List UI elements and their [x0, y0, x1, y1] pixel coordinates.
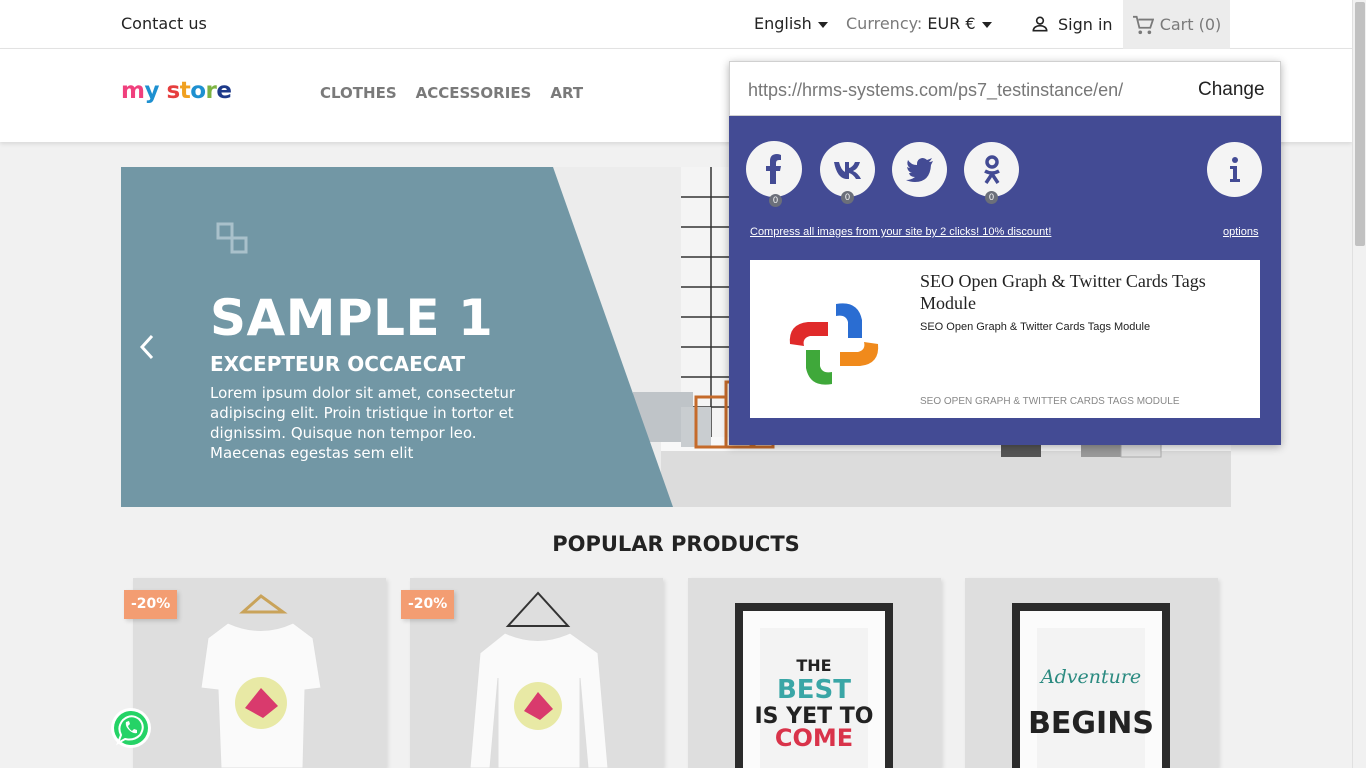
scrollbar-thumb[interactable]	[1355, 2, 1365, 246]
svg-text:Adventure: Adventure	[1039, 666, 1141, 688]
svg-text:COME: COME	[775, 724, 853, 752]
discount-badge: -20%	[401, 590, 455, 619]
top-bar: Contact us English Currency: EUR € Sign …	[0, 0, 1352, 49]
product-card[interactable]: Adventure BEGINS	[965, 578, 1218, 768]
compress-images-link[interactable]: Compress all images from your site by 2 …	[750, 226, 1051, 238]
info-icon	[1229, 156, 1240, 182]
popular-products-heading: POPULAR PRODUCTS	[552, 532, 800, 556]
twitter-share-button[interactable]	[892, 142, 947, 197]
nav-item-clothes[interactable]: CLOTHES	[320, 84, 397, 102]
vk-share-button[interactable]	[820, 142, 875, 197]
url-bar: https://hrms-systems.com/ps7_testinstanc…	[729, 61, 1281, 116]
chevron-left-icon[interactable]	[136, 333, 158, 361]
odnoklassniki-icon	[983, 154, 1000, 184]
currency-selector[interactable]: Currency: EUR €	[846, 14, 992, 33]
store-logo[interactable]: my store	[121, 78, 232, 104]
card-description: SEO Open Graph & Twitter Cards Tags Modu…	[920, 321, 1151, 333]
odnoklassniki-share-button[interactable]	[964, 142, 1019, 197]
cart-icon	[1132, 15, 1154, 34]
currency-value: EUR €	[927, 14, 976, 33]
main-nav: CLOTHES ACCESSORIES ART	[320, 84, 583, 102]
slide-title: SAMPLE 1	[210, 289, 494, 347]
svg-text:BEGINS: BEGINS	[1028, 706, 1154, 741]
page-scrollbar[interactable]	[1352, 0, 1366, 768]
card-site-name: SEO OPEN GRAPH & TWITTER CARDS TAGS MODU…	[920, 396, 1180, 407]
sign-in-label: Sign in	[1058, 14, 1113, 34]
facebook-share-button[interactable]	[746, 141, 802, 197]
contact-us-link[interactable]: Contact us	[121, 14, 207, 33]
facebook-icon	[766, 154, 781, 184]
odnoklassniki-share-count: 0	[985, 191, 998, 204]
chevron-down-icon	[981, 21, 992, 28]
product-image-poster-adventure: Adventure BEGINS	[965, 578, 1218, 768]
svg-text:BEST: BEST	[777, 675, 851, 705]
currency-label: Currency:	[846, 14, 923, 33]
cart-button[interactable]: Cart (0)	[1123, 0, 1230, 49]
preview-card[interactable]: SEO Open Graph & Twitter Cards Tags Modu…	[750, 260, 1260, 418]
slide-subtitle: EXCEPTEUR OCCAECAT	[210, 352, 466, 376]
twitter-icon	[905, 157, 933, 182]
change-url-button[interactable]: Change	[1198, 79, 1265, 101]
vk-share-count: 0	[841, 191, 854, 204]
nav-item-art[interactable]: ART	[550, 84, 583, 102]
svg-text:THE: THE	[796, 656, 831, 675]
user-icon	[1032, 16, 1048, 32]
slide-description: Lorem ipsum dolor sit amet, consectetur …	[210, 384, 516, 462]
options-link[interactable]: options	[1223, 226, 1258, 238]
product-card[interactable]: THE BEST IS YET TO COME	[688, 578, 941, 768]
facebook-share-count: 0	[769, 194, 782, 207]
language-selector[interactable]: English	[754, 14, 828, 33]
whatsapp-icon[interactable]	[110, 707, 152, 749]
sign-in-link[interactable]: Sign in	[1030, 14, 1113, 34]
url-field[interactable]: https://hrms-systems.com/ps7_testinstanc…	[748, 80, 1123, 101]
cart-label: Cart (0)	[1159, 15, 1222, 34]
share-popup: https://hrms-systems.com/ps7_testinstanc…	[729, 61, 1281, 445]
language-label: English	[754, 14, 812, 33]
card-title: SEO Open Graph & Twitter Cards Tags Modu…	[920, 271, 1206, 313]
slide-decoration-icon	[216, 222, 248, 254]
nav-item-accessories[interactable]: ACCESSORIES	[416, 84, 532, 102]
module-logo-icon	[789, 303, 879, 385]
vk-icon	[833, 161, 861, 179]
product-image-poster-best: THE BEST IS YET TO COME	[688, 578, 941, 768]
discount-badge: -20%	[124, 590, 178, 619]
info-button[interactable]	[1207, 142, 1262, 197]
chevron-down-icon	[817, 21, 828, 28]
